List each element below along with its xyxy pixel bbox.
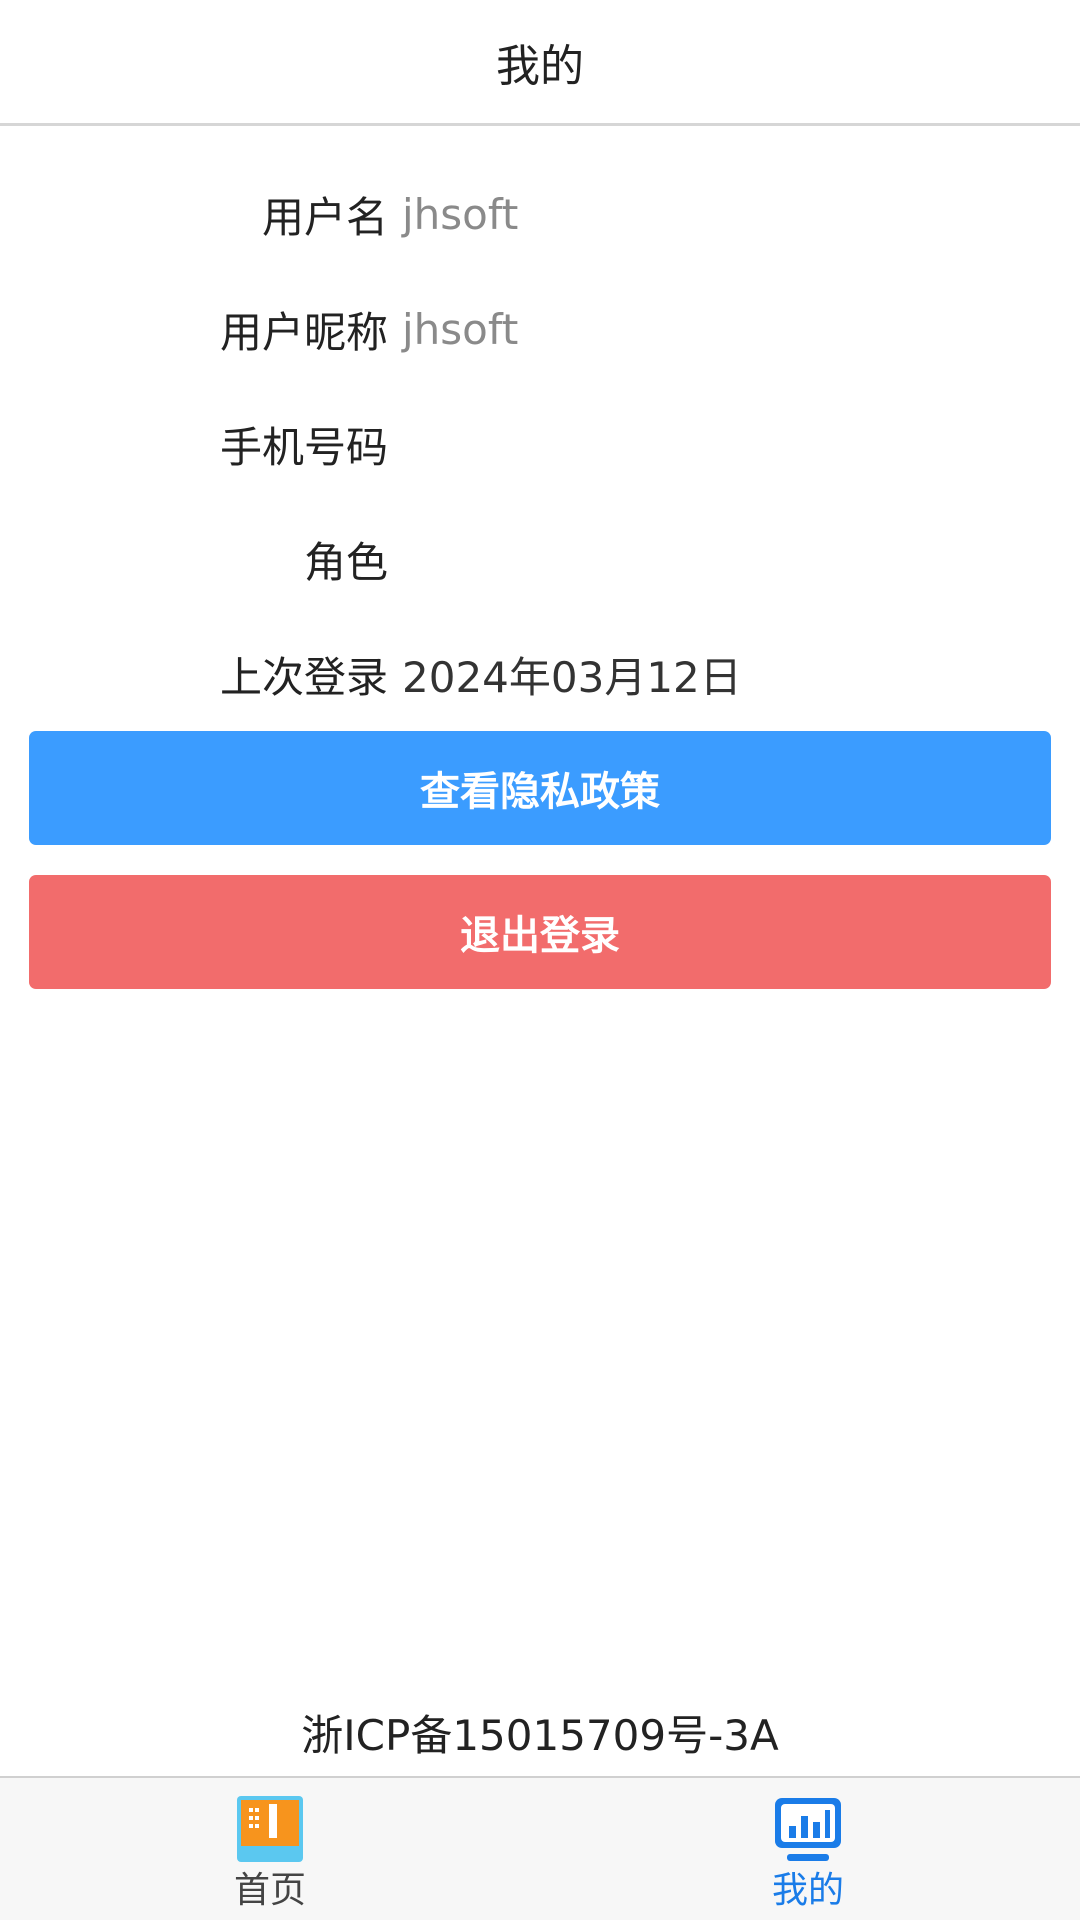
- tab-mine[interactable]: 我的: [708, 1778, 908, 1922]
- username-label: 用户名: [261, 192, 388, 242]
- chart-icon: [775, 1798, 841, 1861]
- page-header: 我的: [0, 0, 1080, 126]
- icp-record-text: 浙ICP备15015709号-3A: [301, 1711, 779, 1760]
- tab-mine-label: 我的: [771, 1870, 844, 1911]
- nickname-label: 用户昵称: [219, 307, 388, 357]
- info-row-nickname: 用户昵称 jhsoft: [0, 289, 1080, 369]
- tab-home[interactable]: 首页: [170, 1778, 370, 1922]
- nickname-value: jhsoft: [402, 304, 519, 354]
- info-row-username: 用户名 jhsoft: [0, 174, 1080, 254]
- tab-home-label: 首页: [233, 1870, 306, 1911]
- bottom-tab-bar: 首页 我的: [0, 1776, 1080, 1920]
- logout-button[interactable]: 退出登录: [29, 875, 1051, 989]
- view-privacy-policy-button[interactable]: 查看隐私政策: [29, 731, 1051, 845]
- last-login-label: 上次登录: [219, 652, 388, 702]
- info-row-phone: 手机号码: [0, 404, 1080, 484]
- info-row-role: 角色: [0, 519, 1080, 599]
- home-icon: [237, 1796, 303, 1862]
- page-title: 我的: [496, 40, 584, 92]
- phone-label: 手机号码: [219, 422, 388, 472]
- role-label: 角色: [303, 537, 388, 587]
- info-row-last-login: 上次登录 2024年03月12日: [0, 634, 1080, 714]
- last-login-value: 2024年03月12日: [402, 652, 742, 702]
- username-value: jhsoft: [402, 189, 519, 239]
